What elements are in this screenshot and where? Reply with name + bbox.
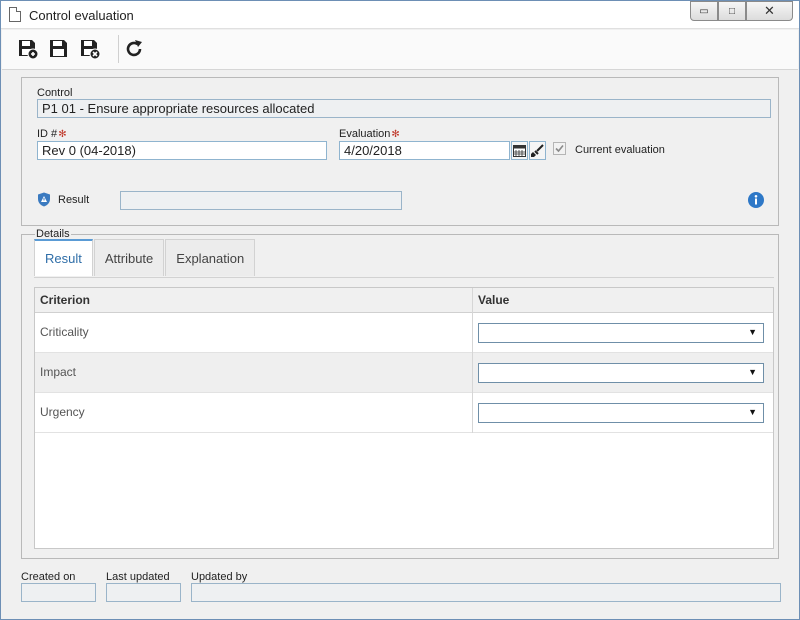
- save-and-close-button[interactable]: [78, 37, 102, 61]
- save-button[interactable]: [47, 37, 71, 61]
- created-on-field: [21, 583, 96, 602]
- save-and-new-button[interactable]: [16, 37, 40, 61]
- calendar-button[interactable]: [511, 141, 528, 160]
- required-icon: ✻: [391, 129, 400, 140]
- column-divider: [472, 288, 473, 433]
- refresh-button[interactable]: [122, 37, 146, 61]
- evaluation-date-field[interactable]: 4/20/2018: [339, 141, 510, 160]
- window-title: Control evaluation: [29, 8, 134, 23]
- criterion-cell: Criticality: [40, 325, 89, 339]
- control-field: P1 01 - Ensure appropriate resources all…: [37, 99, 771, 118]
- criticality-select[interactable]: ▼: [478, 323, 764, 343]
- result-shield-icon: [38, 192, 50, 207]
- updated-by-field: [191, 583, 781, 602]
- criteria-table: Criterion Value Criticality ▼ Impact ▼ U…: [34, 287, 774, 549]
- close-button[interactable]: ✕: [746, 1, 793, 21]
- save-new-icon: [19, 40, 39, 60]
- clear-date-button[interactable]: [529, 141, 546, 160]
- tab-result[interactable]: Result: [34, 239, 93, 276]
- tab-attribute[interactable]: Attribute: [93, 239, 165, 276]
- current-evaluation-checkbox[interactable]: [553, 142, 566, 155]
- document-icon: [9, 7, 21, 22]
- criterion-cell: Urgency: [40, 405, 85, 419]
- urgency-select[interactable]: ▼: [478, 403, 764, 423]
- evaluation-label: Evaluation✻: [339, 128, 400, 140]
- details-tabs: Result Attribute Explanation: [34, 239, 256, 276]
- chevron-down-icon: ▼: [748, 407, 757, 417]
- form-content: Control P1 01 - Ensure appropriate resou…: [2, 71, 798, 619]
- last-updated-field: [106, 583, 181, 602]
- criterion-cell: Impact: [40, 365, 77, 379]
- id-field[interactable]: Rev 0 (04-2018): [37, 141, 327, 160]
- title-bar: Control evaluation ▭ □ ✕: [1, 1, 799, 29]
- info-icon[interactable]: [748, 192, 764, 208]
- criterion-column-header[interactable]: Criterion: [40, 293, 90, 307]
- updated-by-label: Updated by: [191, 571, 248, 583]
- refresh-icon: [126, 40, 142, 57]
- control-label: Control: [37, 87, 73, 99]
- result-field: [120, 191, 402, 210]
- tab-baseline: [34, 277, 774, 278]
- chevron-down-icon: ▼: [748, 367, 757, 377]
- calendar-icon: [513, 145, 526, 157]
- result-label: Result: [58, 194, 90, 206]
- maximize-button[interactable]: □: [718, 1, 746, 21]
- table-row: Urgency ▼: [35, 393, 773, 433]
- created-on-label: Created on: [21, 571, 76, 583]
- value-column-header[interactable]: Value: [478, 293, 509, 307]
- toolbar-separator: [118, 35, 119, 63]
- table-header: Criterion Value: [35, 288, 773, 313]
- minimize-button[interactable]: ▭: [690, 1, 718, 21]
- save-icon: [50, 40, 67, 57]
- table-row: Criticality ▼: [35, 313, 773, 353]
- table-row: Impact ▼: [35, 353, 773, 393]
- chevron-down-icon: ▼: [748, 327, 757, 337]
- id-label: ID #✻: [37, 128, 67, 140]
- impact-select[interactable]: ▼: [478, 363, 764, 383]
- control-evaluation-window: Control evaluation ▭ □ ✕ Control P1 01 -…: [0, 0, 800, 620]
- toolbar: [2, 30, 798, 70]
- required-icon: ✻: [58, 129, 67, 140]
- eraser-brush-icon: [531, 144, 544, 157]
- control-section: Control P1 01 - Ensure appropriate resou…: [21, 77, 779, 226]
- last-updated-label: Last updated: [106, 571, 170, 583]
- save-close-icon: [81, 40, 101, 60]
- current-evaluation-label: Current evaluation: [575, 144, 665, 156]
- tab-explanation[interactable]: Explanation: [165, 239, 256, 276]
